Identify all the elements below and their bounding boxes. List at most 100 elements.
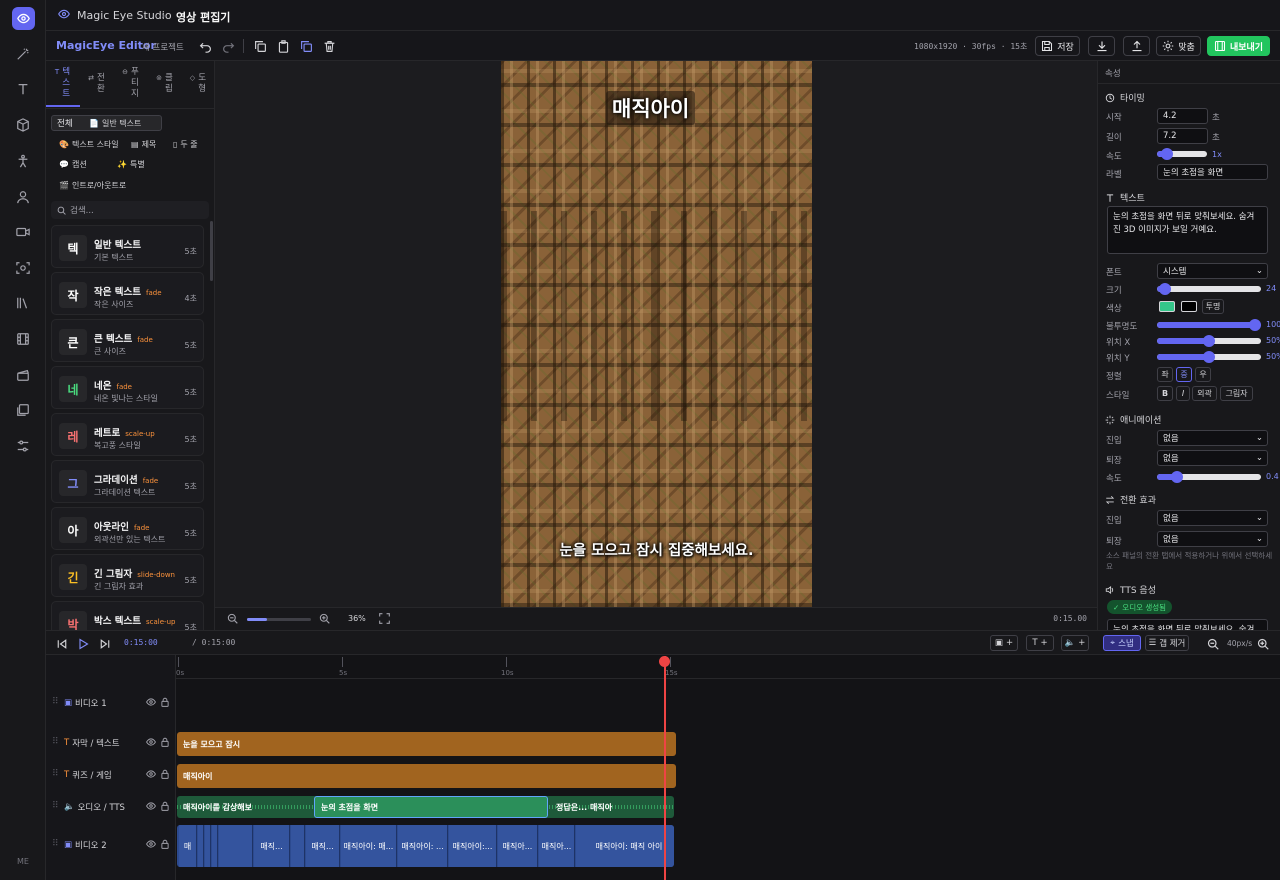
size-slider-knob[interactable] (1159, 283, 1171, 295)
italic-button[interactable]: I (1176, 386, 1190, 401)
filter-chip-style[interactable]: 🎨 텍스트 스타일 (54, 136, 124, 152)
copy-icon[interactable] (297, 36, 315, 56)
speed-slider[interactable] (1157, 148, 1207, 160)
clipboard-icon[interactable] (274, 36, 292, 56)
playhead[interactable] (664, 656, 666, 880)
zoom-slider[interactable] (247, 618, 311, 621)
filter-chip-plain[interactable]: 📄 일반 텍스트 (84, 115, 146, 131)
magic-wand-icon[interactable] (8, 43, 38, 65)
timeline-zoom-out-icon[interactable] (1206, 636, 1220, 652)
video-clip[interactable] (212, 825, 218, 867)
breadcrumb-app[interactable]: Magic Eye Studio (77, 9, 172, 22)
video-clip[interactable]: 매직... (306, 825, 340, 867)
drag-handle-icon[interactable]: ⠿ (52, 839, 59, 849)
align-center-button[interactable]: 중 (1176, 367, 1192, 382)
play-icon[interactable] (75, 636, 91, 652)
length-input[interactable]: 7.2 (1157, 128, 1208, 144)
drag-handle-icon[interactable]: ⠿ (52, 737, 59, 747)
video-clip[interactable]: 매직... (254, 825, 290, 867)
undo-icon[interactable] (196, 36, 214, 56)
tab-footage[interactable]: ⊖ 푸티지 (114, 65, 148, 107)
video-clip[interactable] (198, 825, 204, 867)
track-header[interactable]: ⠿ ▣ 비디오 1 (46, 687, 176, 719)
eye-icon[interactable] (146, 801, 156, 814)
library-icon[interactable] (8, 292, 38, 314)
track-header[interactable]: ⠿ 🔈 오디오 / TTS (46, 791, 176, 823)
add-text-track-button[interactable]: T + (1026, 635, 1054, 651)
search-input[interactable]: 검색... (51, 201, 209, 219)
settings-sliders-icon[interactable] (8, 435, 38, 457)
opacity-slider[interactable] (1157, 319, 1261, 331)
outline-button[interactable]: 외곽 (1192, 386, 1217, 401)
video-clip[interactable]: 매직아... (498, 825, 538, 867)
clapperboard-icon[interactable] (8, 364, 38, 386)
template-item[interactable]: 박 박스 텍스트 scale-up 5초 (51, 601, 204, 630)
text-icon[interactable] (8, 78, 38, 100)
video-clip[interactable]: 매 (179, 825, 197, 867)
filter-chip-title[interactable]: ▤ 제목 (126, 136, 161, 152)
eye-icon[interactable] (146, 737, 156, 750)
text-area[interactable]: 눈의 초점을 화면 뒤로 맞춰보세요. 숨겨진 3D 이미지가 보일 거예요. (1107, 206, 1268, 254)
template-item[interactable]: 작 작은 텍스트 fade 작은 사이즈 4초 (51, 272, 204, 315)
trash-icon[interactable] (320, 36, 338, 56)
caption-overlay[interactable]: 눈을 모으고 잠시 집중해보세요. (501, 539, 812, 560)
anim-in-select[interactable]: 없음 ⌄ (1157, 430, 1268, 446)
add-video-track-button[interactable]: ▣ + (990, 635, 1018, 651)
lock-icon[interactable] (160, 697, 170, 710)
track-header[interactable]: ⠿ ▣ 비디오 2 (46, 829, 176, 861)
video-clip[interactable] (219, 825, 253, 867)
redo-icon[interactable] (219, 36, 237, 56)
filter-chip-twoline[interactable]: ▯ 두 줄 (168, 136, 203, 152)
audio-clip-selected[interactable]: 눈의 초점을 화면 (314, 796, 548, 818)
tts-text-area[interactable]: 눈의 초점을 화면 뒤로 맞춰보세요. 숨겨 (1107, 619, 1268, 630)
align-right-button[interactable]: 우 (1195, 367, 1211, 382)
label-input[interactable]: 눈의 초점을 화면 (1157, 164, 1268, 180)
posx-slider-knob[interactable] (1203, 335, 1215, 347)
filter-chip-special[interactable]: ✨ 특별 (112, 156, 150, 172)
speed-slider-knob[interactable] (1161, 148, 1173, 160)
skip-forward-icon[interactable] (97, 636, 113, 652)
playhead-handle[interactable] (659, 656, 670, 667)
tab-text[interactable]: T 텍스트 (46, 65, 80, 107)
drag-handle-icon[interactable]: ⠿ (52, 801, 59, 811)
snap-toggle[interactable]: ⌖ 스냅 (1103, 635, 1141, 651)
fullscreen-icon[interactable] (379, 613, 390, 627)
anim-speed-slider[interactable] (1157, 471, 1261, 483)
audio-clip[interactable]: 정답은... 매직아 (550, 796, 674, 818)
size-slider[interactable] (1157, 283, 1261, 295)
tab-transition[interactable]: ⇄ 전환 (80, 65, 114, 107)
template-item[interactable]: 텍 일반 텍스트 기본 텍스트 5초 (51, 225, 204, 268)
lock-icon[interactable] (160, 769, 170, 782)
start-input[interactable]: 4.2 (1157, 108, 1208, 124)
quiz-clip[interactable]: 매직아이 (177, 764, 676, 788)
anim-speed-slider-knob[interactable] (1171, 471, 1183, 483)
video-clip[interactable]: 매직아이: ... (398, 825, 448, 867)
eye-icon[interactable] (146, 769, 156, 782)
export-button[interactable]: 내보내기 (1207, 36, 1270, 56)
opacity-slider-knob[interactable] (1249, 319, 1261, 331)
download-button[interactable] (1088, 36, 1115, 56)
posx-slider[interactable] (1157, 335, 1261, 347)
eye-logo-icon[interactable] (12, 7, 35, 30)
audio-clip[interactable]: 매직아이를 감상해보 (177, 796, 311, 818)
shadow-button[interactable]: 그림자 (1220, 386, 1253, 401)
template-item[interactable]: 큰 큰 텍스트 fade 큰 사이즈 5초 (51, 319, 204, 362)
scrollbar[interactable] (210, 221, 213, 281)
time-ruler[interactable]: 0s 5s 10s 15s (176, 655, 1280, 679)
project-name[interactable]: 새 프로젝트 (142, 41, 184, 53)
duplicate-icon[interactable] (251, 36, 269, 56)
focus-icon[interactable] (8, 257, 38, 279)
transparent-button[interactable]: 투명 (1202, 299, 1224, 314)
bg-color-swatch[interactable] (1181, 301, 1197, 312)
video-clip[interactable]: 매직아... (539, 825, 575, 867)
save-button[interactable]: 저장 (1035, 36, 1080, 56)
template-item[interactable]: 그 그라데이션 fade 그라데이션 텍스트 5초 (51, 460, 204, 503)
template-item[interactable]: 네 네온 fade 네온 빛나는 스타일 5초 (51, 366, 204, 409)
text-color-swatch[interactable] (1159, 301, 1175, 312)
trans-in-select[interactable]: 없음 ⌄ (1157, 510, 1268, 526)
track-header[interactable]: ⠿ T 자막 / 텍스트 (46, 727, 176, 759)
drag-handle-icon[interactable]: ⠿ (52, 769, 59, 779)
zoom-out-icon[interactable] (227, 613, 238, 627)
lock-icon[interactable] (160, 801, 170, 814)
filter-chip-caption[interactable]: 💬 캡션 (54, 156, 92, 172)
